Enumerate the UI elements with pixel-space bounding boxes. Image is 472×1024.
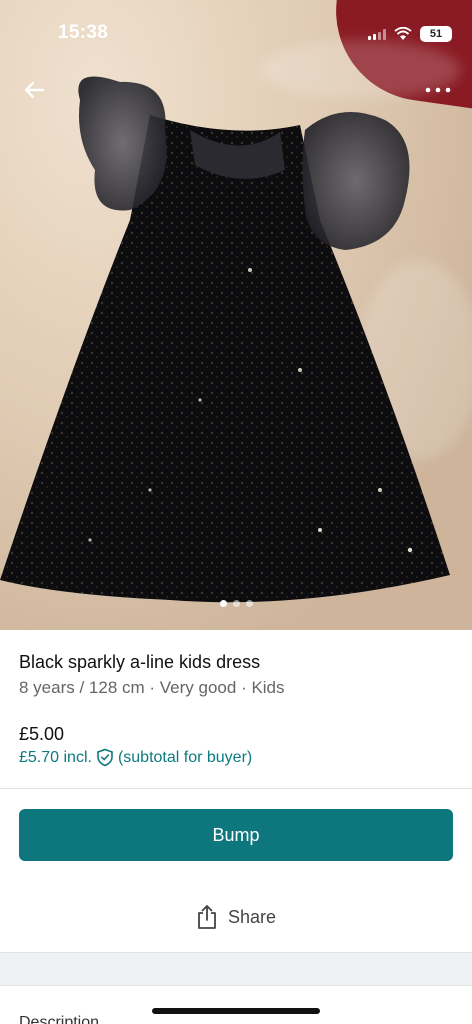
wifi-icon [394,27,412,40]
more-options-button[interactable] [420,76,456,104]
back-button[interactable] [16,76,52,104]
share-icon [198,905,216,929]
share-button[interactable]: Share [0,900,472,934]
price-incl: £5.70 incl. [19,748,92,766]
signal-icon [368,28,386,40]
arrow-left-icon [24,81,45,99]
pagination-dot[interactable] [232,600,240,607]
divider [0,788,472,789]
item-photo[interactable]: 15:38 51 [0,0,472,630]
item-price: £5.00 [19,724,65,744]
home-indicator[interactable] [152,1008,320,1014]
description-heading: Description [19,1014,100,1024]
dress-image [0,76,450,603]
pagination-dot[interactable] [245,600,253,607]
battery-icon: 51 [420,26,452,42]
item-title: Black sparkly a-line kids dress [19,652,261,672]
more-dots-icon [425,87,451,93]
item-meta: 8 years / 128 cm · Very good · Kids [19,678,285,697]
pagination-dot[interactable] [219,600,227,607]
shield-check-icon [97,748,113,767]
status-icons: 51 [368,26,452,42]
share-label: Share [227,906,277,927]
section-separator [0,952,472,986]
buyer-price-info[interactable]: £5.70 incl. (subtotal for buyer) [19,748,252,767]
price-note: (subtotal for buyer) [117,748,253,766]
bump-button[interactable]: Bump [19,809,453,861]
status-time: 15:38 [58,22,109,43]
gallery-pagination [0,600,472,607]
